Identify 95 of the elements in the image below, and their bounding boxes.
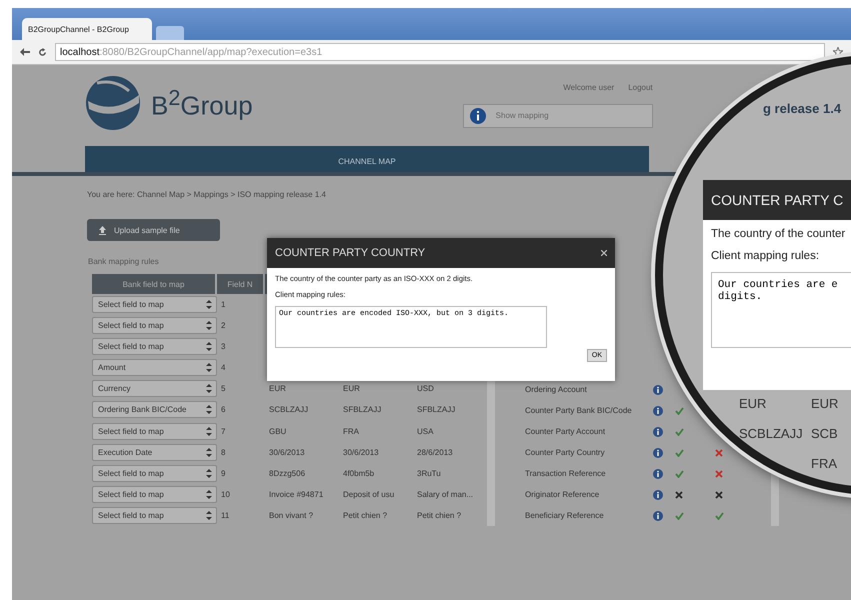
page-title: g release 1.4: [763, 101, 842, 116]
table-cell-text: 3: [220, 341, 226, 354]
back-arrow-icon[interactable]: [20, 48, 30, 56]
table-cell-text: Originator Reference: [524, 489, 600, 501]
table-cell-text: EUR: [268, 383, 287, 396]
table-cell-text: Transaction Reference: [524, 468, 607, 480]
column-header: Bank field to map: [92, 274, 217, 294]
rules-text-area[interactable]: Our countries are e digits.: [711, 272, 851, 348]
table-cell-text: Counter Party Account: [524, 426, 606, 438]
field-select[interactable]: Select field to map: [92, 296, 217, 314]
table-cell-text: SFBLZAJJ: [342, 404, 382, 416]
table-cell-text: Counter Party Country: [524, 447, 606, 459]
info-icon: [470, 108, 486, 124]
address-bar[interactable]: localhost:8080/B2GroupChannel/app/map?execution=e3s1: [55, 43, 825, 61]
table-cell-text: 10: [220, 488, 231, 501]
field-select[interactable]: Select field to map: [92, 486, 217, 503]
table-cell-text: 3RuTu: [416, 468, 442, 480]
browser-tab[interactable]: B2GroupChannel - B2Group: [22, 18, 152, 40]
column-header: Field N: [217, 274, 265, 294]
info-icon[interactable]: [653, 426, 663, 436]
table-cell-text: FRA: [342, 426, 360, 438]
table-cell-text: SCB: [811, 426, 839, 443]
table-cell-text: 4: [220, 362, 226, 374]
info-icon[interactable]: [653, 406, 663, 416]
stepper-icon[interactable]: [205, 468, 213, 479]
table-cell-text: Bon vivant ?: [268, 510, 314, 522]
table-cell-text: SCBLZAJJ: [268, 404, 310, 416]
field-select[interactable]: Select field to map: [92, 317, 217, 334]
section-title: Bank mapping rules: [88, 257, 160, 266]
table-cell-text: 9: [220, 468, 226, 480]
table-cell-text: 11: [220, 510, 230, 522]
table-cell-text: 7: [220, 426, 226, 438]
table-cell-text: 28/6/2013: [416, 446, 454, 459]
table-cell-text: Salary of man...: [416, 488, 474, 501]
stepper-icon[interactable]: [205, 446, 213, 458]
table-cell-text: Beneficiary Reference: [524, 510, 605, 522]
stepper-icon[interactable]: [205, 341, 213, 352]
table-cell-text: SCBLZAJJ: [739, 426, 804, 443]
table-cell-text: FRA: [811, 456, 838, 473]
search-input[interactable]: Show mapping: [494, 110, 638, 121]
field-label: Client mapping rules:: [711, 250, 820, 262]
dialog-title: COUNTER PARTY COUNTRY: [275, 247, 426, 259]
table-cell-text: Ordering Account: [524, 384, 588, 396]
stepper-icon[interactable]: [205, 320, 213, 332]
table-cell-text: 30/6/2013: [342, 446, 380, 459]
field-select[interactable]: Select field to map: [92, 506, 217, 524]
stepper-icon[interactable]: [205, 383, 213, 394]
table-cell-text: 6: [220, 404, 226, 416]
table-cell-text: 30/6/2013: [268, 446, 306, 459]
dialog-title: COUNTER PARTY C: [703, 180, 851, 220]
info-icon[interactable]: [653, 384, 663, 394]
table-cell-text: Petit chien ?: [416, 510, 462, 522]
table-cell-text: 5: [220, 383, 226, 396]
table-cell-text: Invoice #94871: [268, 488, 324, 501]
table-cell-text: EUR: [739, 396, 768, 413]
info-icon[interactable]: [653, 490, 663, 500]
info-icon[interactable]: [653, 510, 663, 520]
info-icon[interactable]: [653, 468, 663, 478]
table-cell-text: GBU: [268, 426, 288, 438]
field-select[interactable]: Select field to map: [92, 422, 217, 440]
dialog-description: The country of the counter: [711, 228, 846, 240]
field-select[interactable]: Amount: [92, 359, 217, 376]
table-cell-text: Petit chien ?: [342, 510, 388, 522]
globe-logo-icon: [85, 75, 141, 131]
table-cell-text: SFBLZAJJ: [416, 404, 456, 416]
stepper-icon[interactable]: [205, 510, 213, 521]
field-select[interactable]: Ordering Bank BIC/Code: [92, 401, 217, 418]
close-icon[interactable]: [601, 250, 607, 256]
field-select[interactable]: Select field to map: [92, 338, 217, 356]
table-cell-text: EUR: [342, 383, 361, 396]
table-cell-text: USD: [416, 383, 435, 396]
stepper-icon[interactable]: [205, 404, 213, 416]
table-cell-text: Counter Party Bank BIC/Code: [524, 405, 633, 417]
table-cell-text: 8Dzzg506: [268, 468, 306, 480]
field-select[interactable]: Select field to map: [92, 464, 217, 482]
table-cell-text: 1: [220, 299, 226, 312]
breadcrumb: You are here: Channel Map > Mappings > ISO mapping release 1.4: [87, 190, 326, 199]
info-icon[interactable]: [653, 448, 663, 458]
stepper-icon[interactable]: [205, 426, 213, 437]
upload-icon: [99, 226, 106, 234]
table-cell-text: EUR: [811, 396, 840, 413]
reload-icon[interactable]: [38, 48, 47, 56]
table-cell-text: 8: [220, 446, 226, 459]
field-select[interactable]: Execution Date: [92, 444, 217, 461]
table-cell-text: 2: [220, 320, 226, 332]
field-select[interactable]: Currency: [92, 380, 217, 398]
table-cell-text: Deposit of usu: [342, 488, 396, 501]
stepper-icon[interactable]: [205, 362, 213, 374]
table-cell-text: 4f0bm5b: [342, 468, 376, 480]
stepper-icon[interactable]: [205, 299, 213, 310]
table-cell-text: USA: [416, 426, 434, 438]
search-field[interactable]: Show mapping: [462, 104, 653, 128]
stepper-icon[interactable]: [205, 488, 213, 500]
logo-text: B$^{2}$Group: [151, 84, 253, 122]
upload-button[interactable]: Upload sample file: [87, 219, 220, 241]
